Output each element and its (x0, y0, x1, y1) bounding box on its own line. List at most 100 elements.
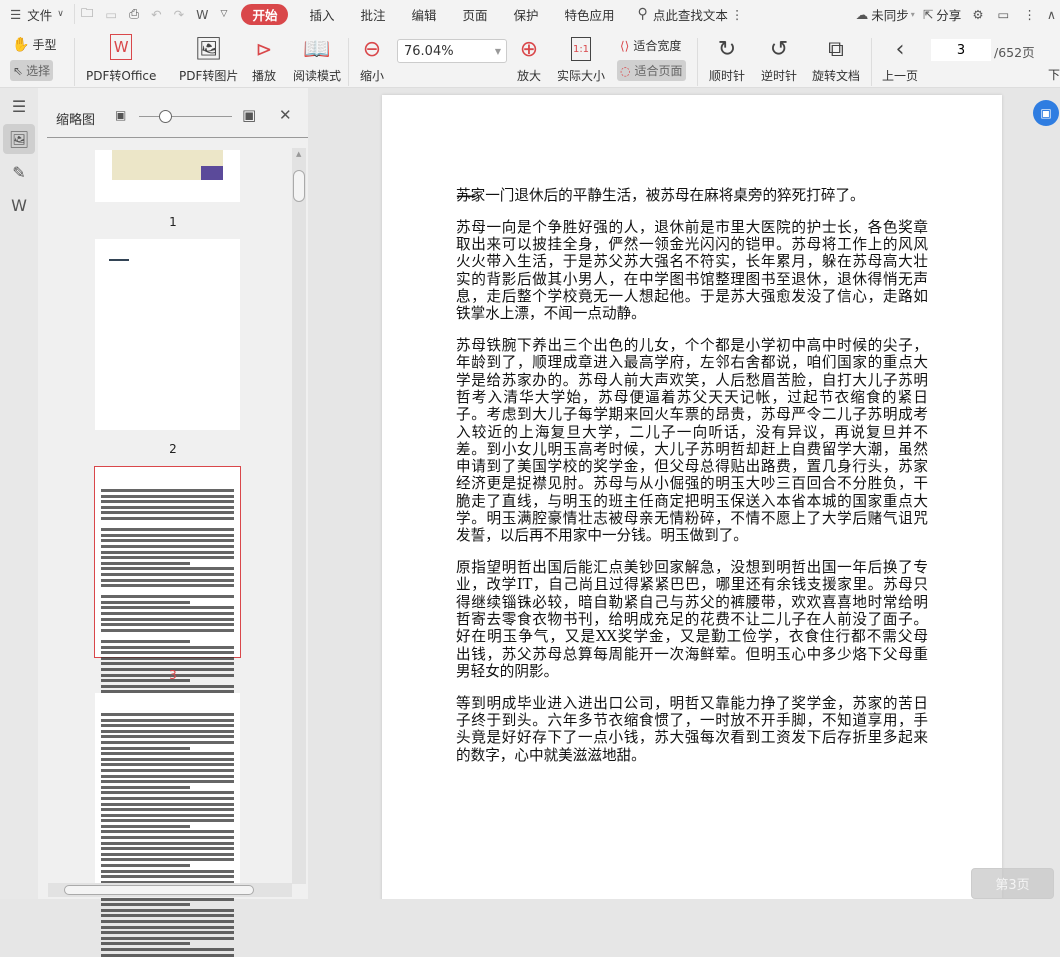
settings-icon[interactable]: ⚙ (965, 0, 990, 28)
scrollbar-thumb[interactable] (293, 170, 305, 202)
actual-size-button[interactable]: 1:1 实际大小 (557, 34, 605, 84)
tab-page[interactable]: 页面 (450, 0, 501, 28)
tab-start[interactable]: 开始 (241, 3, 289, 25)
collapse-icon[interactable]: ∧ (1043, 0, 1060, 28)
text-line: 火火带入生活，于是苏父苏大强名不符实，长年累月，躲在苏母高大壮 (456, 253, 928, 271)
thumbnail-page-3[interactable] (94, 466, 241, 711)
small-image-icon[interactable]: ▣ (115, 108, 126, 122)
pdf-to-office-button[interactable]: W PDF转Office (86, 34, 156, 84)
print-icon[interactable]: ⎙ (123, 0, 145, 28)
thumbnail-text-line (101, 780, 234, 784)
close-icon[interactable]: ✕ (279, 106, 292, 124)
zoom-out-icon: ⊖ (362, 36, 382, 62)
page-indicator: 第3页 (971, 868, 1054, 899)
outline-icon[interactable]: ☰ (3, 91, 35, 121)
thumbnail-text-line (101, 628, 234, 632)
rotate-cw-icon: ↻ (717, 36, 737, 62)
pdf-to-image-button[interactable]: 🖼 PDF转图片 (179, 34, 238, 84)
more-icon[interactable]: ⋮ (1016, 0, 1043, 28)
convert-word-icon[interactable]: W (3, 190, 35, 220)
text-line: 发誓，以后再不用家中一分钱。明玉做到了。 (456, 527, 748, 545)
toolbar: ✋ 手型 ⇖ 选择 W PDF转Office 🖼 PDF转图片 ⊳ 播放 📖 阅读模式 ⊖ 缩… (0, 28, 1060, 88)
zoom-select[interactable]: 76.04% ▼ (397, 39, 507, 63)
tab-protect[interactable]: 保护 (501, 0, 552, 28)
text-line: 得继续锱铢必较，暗自勒紧自己与苏父的裤腰带，欢欢喜喜地时常给明 (456, 593, 928, 611)
prev-page-button[interactable]: ‹ 上一页 (882, 34, 918, 84)
text-line: 息，走后整个学校竟无一人想起他。于是苏大强愈发没了信心，走路如 (456, 287, 928, 305)
large-image-icon[interactable]: ▣ (242, 106, 256, 124)
file-menu[interactable]: ☰ 文件 ∨ (0, 0, 74, 28)
text-line: 年龄到了，顺理成章进入最高学府，左邻右舍都说，咱们国家的重点大 (456, 354, 928, 372)
thumbnail-page-1[interactable] (95, 150, 240, 202)
redo-icon[interactable]: ↷ (168, 0, 190, 28)
comment-icon[interactable]: ▭ (991, 0, 1017, 28)
text-line: 子终于到头。六年多节衣缩食惯了，一时放不开手脚，不知道享用，手 (456, 712, 928, 730)
document-page: 一 苏家一门退休后的平静生活，被苏母在麻将桌旁的猝死打碎了。 苏母一向是个争胜好强… (382, 95, 1002, 899)
search-box[interactable]: ⚲ 点此查找文本 ⋮ (628, 0, 754, 28)
open-folder-icon[interactable]: 🗀 (75, 0, 100, 28)
text-line: 经济更是捉襟见肘。苏母与从小倔强的明玉大吵三百回合不分胜负，干 (456, 475, 928, 493)
rotate-document-button[interactable]: ⧉ 旋转文档 (812, 34, 860, 84)
thumbnail-page-4[interactable] (95, 693, 240, 957)
thumbnail-text-line (101, 572, 234, 576)
fit-width-button[interactable]: ⟨⟩ 适合宽度 (620, 37, 681, 54)
select-tool[interactable]: ⇖ 选择 (10, 60, 54, 81)
thumbnail-text-line (101, 713, 234, 716)
annotation-pen-icon[interactable]: ✎ (3, 157, 35, 187)
thumbnail-text-line (101, 640, 190, 644)
document-body: 苏家一门退休后的平静生活，被苏母在麻将桌旁的猝死打碎了。 苏母一向是个争胜好强的人… (456, 187, 928, 778)
tab-annotate[interactable]: 批注 (347, 0, 398, 28)
text-line: 等到明成毕业进入进出口公司，明哲又靠能力挣了奖学金，苏家的苦日 (456, 694, 928, 712)
translate-icon: ▣ (1040, 106, 1052, 120)
text-line: 头竟是好好存下了一点小钱，苏大强每次看到工资发下后存折里多起来 (456, 729, 928, 747)
page-number-input[interactable] (931, 39, 991, 61)
horizontal-scrollbar[interactable] (48, 883, 292, 897)
thumbnail-text-line (101, 819, 234, 823)
panel-title: 缩略图 (56, 113, 96, 128)
thumbnail-text-line (101, 539, 234, 543)
text-line: 原指望明哲出国后能汇点美钞回家解急，没想到明哲出国一年后换了专 (456, 559, 928, 577)
thumbnail-text-line (101, 595, 234, 599)
rotate-counterclockwise-button[interactable]: ↺ 逆时针 (761, 34, 797, 84)
rotate-document-icon: ⧉ (828, 36, 844, 62)
thumbnail-text-line (101, 785, 190, 789)
sync-button[interactable]: ☁ 未同步 ▾ (852, 0, 919, 28)
thumbnail-size-slider[interactable] (139, 110, 232, 123)
tab-edit[interactable]: 编辑 (398, 0, 449, 28)
zoom-out-button[interactable]: ⊖ 缩小 (360, 34, 384, 84)
thumbnail-label-2: 2 (169, 442, 177, 456)
thumbnail-text-line (101, 567, 234, 571)
play-button[interactable]: ⊳ 播放 (252, 34, 276, 84)
export-word-icon[interactable]: W (190, 0, 214, 28)
text-line: 申请到了美国学校的奖学金，但父母总得贴出路费，置几身行头，苏家 (456, 458, 928, 476)
next-page-button[interactable]: 下 (1048, 66, 1060, 83)
text-line: 铁掌水上漂，不闻一点动静。 (456, 305, 646, 323)
thumbnail-page-2[interactable] (95, 239, 240, 430)
thumbnail-icon[interactable]: 🖼 (3, 124, 35, 154)
side-float-button[interactable]: ▣ (1033, 100, 1059, 126)
thumbnail-text-line (101, 914, 234, 918)
dropdown-arrow-icon: ▼ (494, 46, 501, 56)
more-dropdown-icon[interactable]: ▽ (215, 0, 234, 28)
left-rail: ☰ 🖼 ✎ W (0, 88, 38, 899)
text-line: 苏母铁腕下养出三个出色的儿女，个个都是小学初中高中时候的尖子， (456, 337, 928, 355)
text-line: 苏家一门退休后的平静生活，被苏母在麻将桌旁的猝死打碎了。 (456, 187, 865, 204)
thumbnail-text-line (101, 858, 234, 862)
thumbnail-text-line (101, 908, 234, 912)
read-mode-button[interactable]: 📖 阅读模式 (293, 34, 341, 84)
zoom-in-button[interactable]: ⊕ 放大 (517, 34, 541, 84)
save-icon[interactable]: ▭ (99, 0, 123, 28)
paragraph: 苏家一门退休后的平静生活，被苏母在麻将桌旁的猝死打碎了。 (456, 187, 928, 204)
share-button[interactable]: ⇱ 分享 (919, 0, 966, 28)
hand-tool[interactable]: ✋ 手型 (12, 36, 56, 53)
tab-insert[interactable]: 插入 (296, 0, 347, 28)
document-view[interactable]: 一 苏家一门退休后的平静生活，被苏母在麻将桌旁的猝死打碎了。 苏母一向是个争胜好强… (308, 88, 1060, 899)
thumbnail-text-line (101, 735, 234, 739)
fit-page-button[interactable]: ◌ 适合页面 (617, 60, 686, 81)
thumbnail-scrollbar[interactable]: ▲ (292, 148, 306, 884)
thumbnail-text-line (101, 656, 234, 660)
slider-handle[interactable] (159, 110, 172, 123)
tab-features[interactable]: 特色应用 (552, 0, 628, 28)
undo-icon[interactable]: ↶ (145, 0, 167, 28)
rotate-clockwise-button[interactable]: ↻ 顺时针 (709, 34, 745, 84)
